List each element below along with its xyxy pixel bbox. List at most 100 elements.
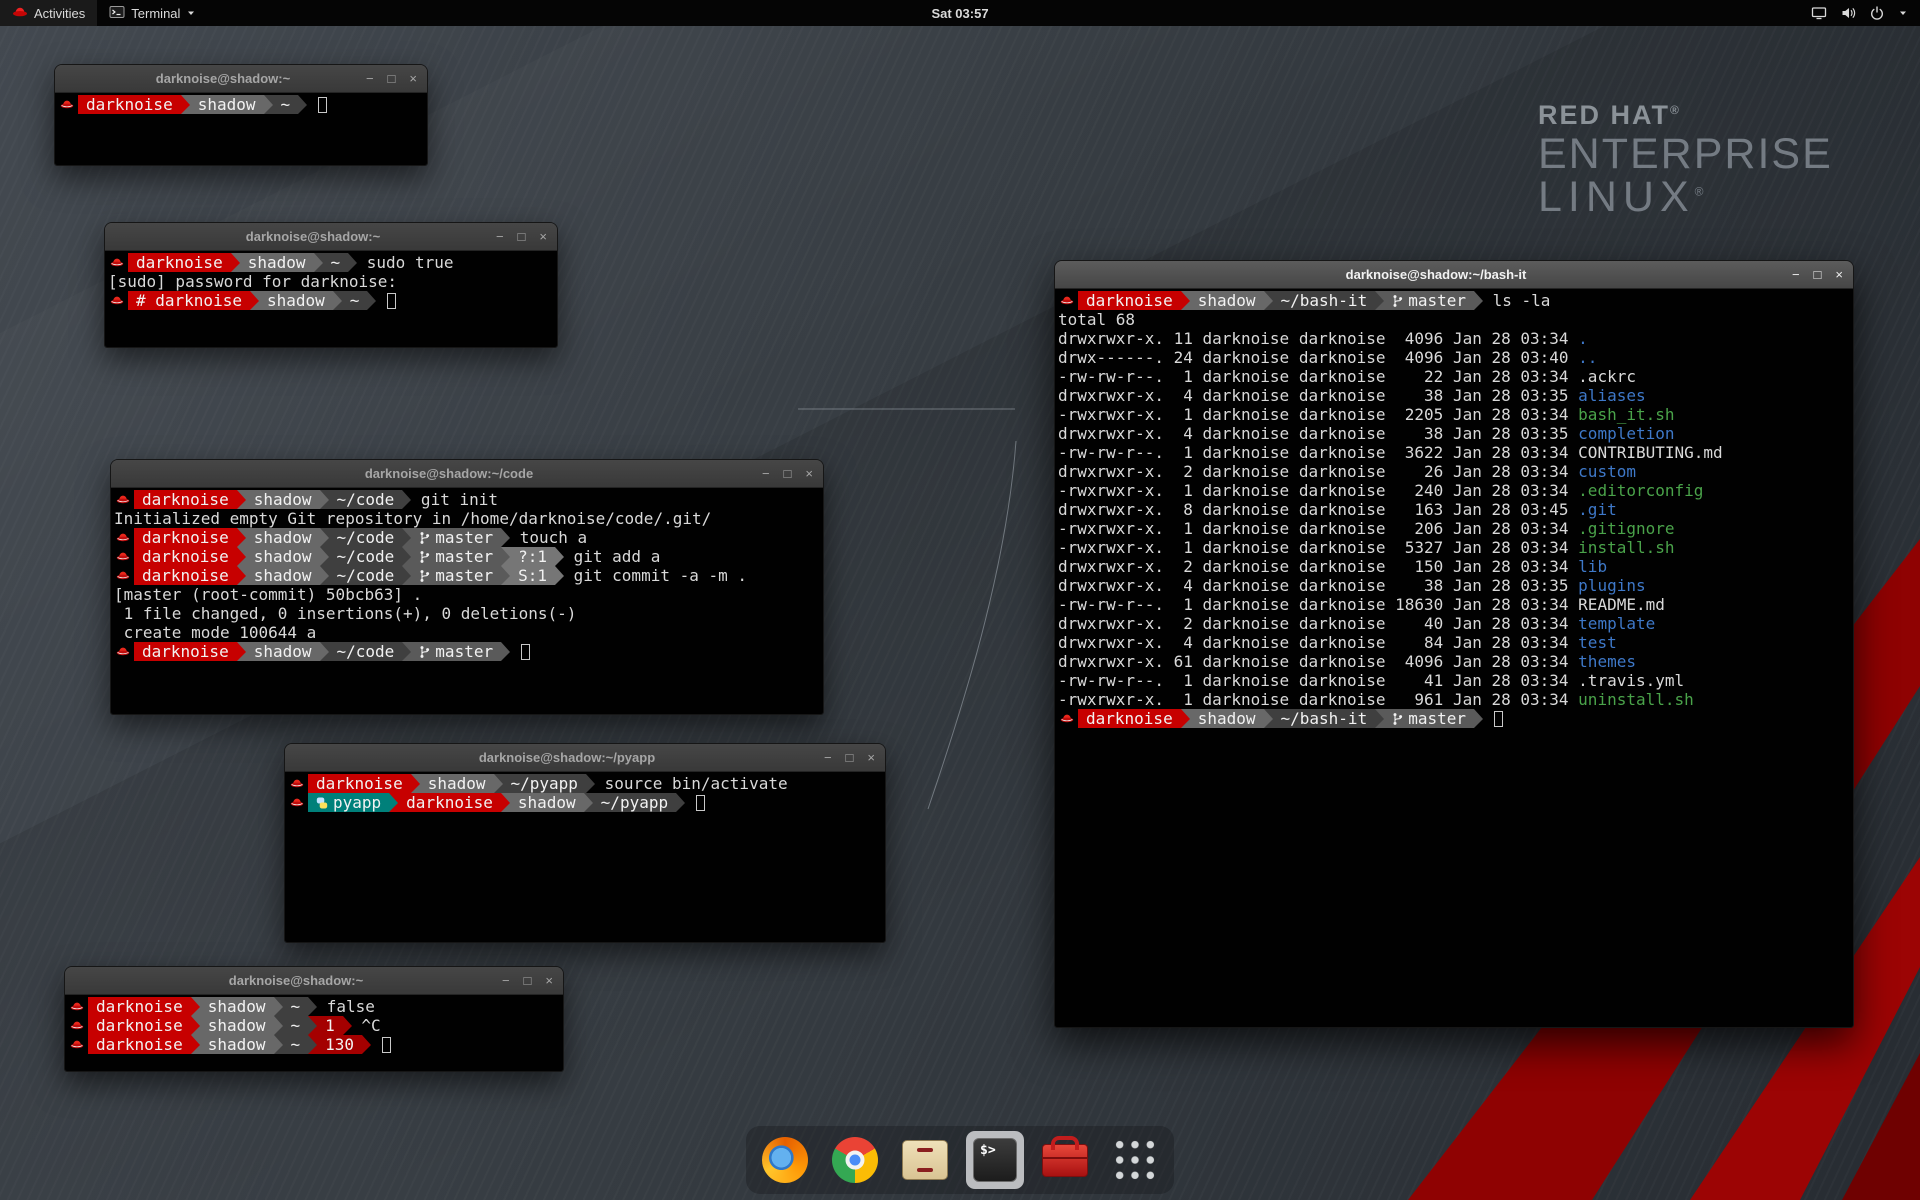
powerline-arrow-icon: [320, 566, 329, 585]
dock-files[interactable]: [896, 1131, 954, 1189]
prompt-segment: master: [411, 528, 501, 547]
terminal-line: drwxrwxr-x. 61 darknoise darknoise 4096 …: [1058, 652, 1850, 671]
maximize-button[interactable]: □: [846, 744, 854, 772]
maximize-button[interactable]: □: [524, 967, 532, 995]
prompt-segment: ~/code: [329, 528, 403, 547]
prompt-segment: shadow: [246, 528, 320, 547]
terminal-text: [1483, 709, 1493, 728]
titlebar[interactable]: darknoise@shadow:~/pyapp − □ ×: [285, 744, 885, 772]
dock-chrome[interactable]: [826, 1131, 884, 1189]
powerline-arrow-icon: [191, 997, 200, 1016]
redhat-icon: [290, 774, 304, 793]
prompt-segment: ~/code: [329, 490, 403, 509]
prompt-segment: ~/bash-it: [1273, 709, 1376, 728]
terminal-cursor: [1494, 711, 1503, 727]
prompt-segment: ~/code: [329, 547, 403, 566]
window-title: darknoise@shadow:~/bash-it: [1095, 267, 1777, 282]
terminal-content[interactable]: darknoiseshadow~/pyapp source bin/activa…: [285, 772, 885, 942]
minimize-button[interactable]: −: [366, 65, 374, 93]
terminal-text: drwxrwxr-x. 4 darknoise darknoise 38 Jan…: [1058, 424, 1578, 443]
close-button[interactable]: ×: [545, 967, 553, 995]
powerline-arrow-icon: [348, 253, 357, 272]
close-button[interactable]: ×: [805, 460, 813, 488]
activities-button[interactable]: Activities: [0, 0, 97, 26]
prompt-segment: ~: [323, 253, 349, 272]
clock[interactable]: Sat 03:57: [0, 6, 1920, 21]
powerline-arrow-icon: [402, 642, 411, 661]
titlebar[interactable]: darknoise@shadow:~ − □ ×: [105, 223, 557, 251]
powerline-arrow-icon: [237, 566, 246, 585]
redhat-icon: [1060, 291, 1074, 310]
powerline-arrow-icon: [231, 253, 240, 272]
redhat-icon: [70, 997, 84, 1016]
titlebar[interactable]: darknoise@shadow:~ − □ ×: [55, 65, 427, 93]
window-title: darknoise@shadow:~/pyapp: [325, 750, 809, 765]
terminal-text: ..: [1578, 348, 1597, 367]
window-title: darknoise@shadow:~: [105, 973, 487, 988]
rhel-branding: RED HAT® ENTERPRISE LINUX®: [1538, 102, 1833, 220]
powerline-arrow-icon: [237, 528, 246, 547]
prompt-segment: ~: [342, 291, 368, 310]
titlebar[interactable]: darknoise@shadow:~/bash-it − □ ×: [1055, 261, 1853, 289]
terminal-line: drwxrwxr-x. 2 darknoise darknoise 150 Ja…: [1058, 557, 1850, 576]
terminal-content[interactable]: darknoiseshadow~/bash-itmaster ls -latot…: [1055, 289, 1853, 1027]
redhat-icon: [116, 547, 130, 566]
minimize-button[interactable]: −: [824, 744, 832, 772]
system-menu[interactable]: [1799, 0, 1920, 26]
close-button[interactable]: ×: [867, 744, 875, 772]
minimize-button[interactable]: −: [1792, 261, 1800, 289]
terminal-line: drwxrwxr-x. 2 darknoise darknoise 26 Jan…: [1058, 462, 1850, 481]
maximize-button[interactable]: □: [518, 223, 526, 251]
powerline-arrow-icon: [362, 1035, 371, 1054]
prompt-segment: shadow: [200, 1016, 274, 1035]
terminal-cursor: [387, 293, 396, 309]
minimize-button[interactable]: −: [762, 460, 770, 488]
powerline-arrow-icon: [402, 566, 411, 585]
terminal-text: .ackrc: [1578, 367, 1636, 386]
powerline-arrow-icon: [1181, 709, 1190, 728]
branding-linux: LINUX®: [1538, 176, 1833, 220]
powerline-arrow-icon: [555, 566, 564, 585]
powerline-arrow-icon: [1181, 291, 1190, 310]
chevron-down-icon: [186, 6, 196, 21]
terminal-text: [307, 95, 317, 114]
terminal-content[interactable]: darknoiseshadow~/code git initInitialize…: [111, 488, 823, 714]
terminal-content[interactable]: darknoiseshadow~: [55, 93, 427, 165]
activities-label: Activities: [34, 6, 85, 21]
prompt-segment: shadow: [1190, 291, 1264, 310]
close-button[interactable]: ×: [1835, 261, 1843, 289]
maximize-button[interactable]: □: [784, 460, 792, 488]
terminal-line: darknoiseshadow~/codemaster: [114, 642, 820, 661]
minimize-button[interactable]: −: [496, 223, 504, 251]
maximize-button[interactable]: □: [1814, 261, 1822, 289]
dock-toolbox[interactable]: [1036, 1131, 1094, 1189]
powerline-arrow-icon: [333, 291, 342, 310]
powerline-arrow-icon: [494, 774, 503, 793]
terminal-app-icon: [109, 5, 125, 22]
powerline-arrow-icon: [501, 793, 510, 812]
prompt-segment: master: [1384, 709, 1474, 728]
maximize-button[interactable]: □: [388, 65, 396, 93]
dock-firefox[interactable]: [756, 1131, 814, 1189]
dock-terminal[interactable]: $>: [966, 1131, 1024, 1189]
branch-icon: [419, 569, 430, 583]
titlebar[interactable]: darknoise@shadow:~ − □ ×: [65, 967, 563, 995]
terminal-line: darknoiseshadow~/codemasterS:1 git commi…: [114, 566, 820, 585]
close-button[interactable]: ×: [409, 65, 417, 93]
redhat-icon: [116, 642, 130, 661]
close-button[interactable]: ×: [539, 223, 547, 251]
terminal-cursor: [521, 644, 530, 660]
terminal-text: -rwxrwxr-x. 1 darknoise darknoise 2205 J…: [1058, 405, 1578, 424]
terminal-line: drwx------. 24 darknoise darknoise 4096 …: [1058, 348, 1850, 367]
terminal-content[interactable]: darknoiseshadow~ falsedarknoiseshadow~1 …: [65, 995, 563, 1071]
terminal-line: -rwxrwxr-x. 1 darknoise darknoise 206 Ja…: [1058, 519, 1850, 538]
titlebar[interactable]: darknoise@shadow:~/code − □ ×: [111, 460, 823, 488]
terminal-text: README.md: [1578, 595, 1665, 614]
powerline-arrow-icon: [320, 490, 329, 509]
powerline-arrow-icon: [237, 490, 246, 509]
minimize-button[interactable]: −: [502, 967, 510, 995]
dock-app-grid[interactable]: [1106, 1131, 1164, 1189]
app-menu-terminal[interactable]: Terminal: [97, 0, 208, 26]
terminal-content[interactable]: darknoiseshadow~ sudo true[sudo] passwor…: [105, 251, 557, 347]
toolbox-icon: [1042, 1144, 1088, 1177]
